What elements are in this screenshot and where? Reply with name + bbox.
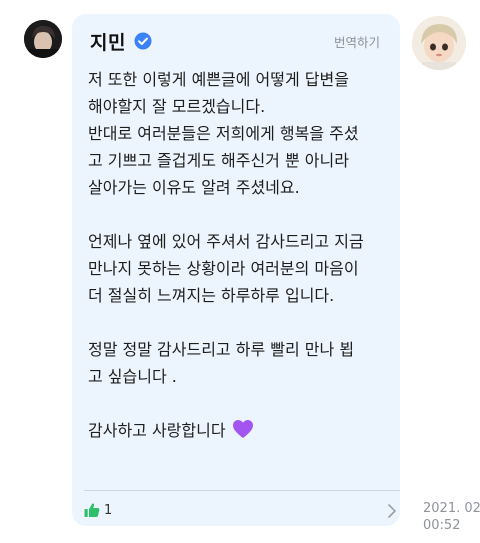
message-line: 저 또한 이렇게 예쁜글에 어떻게 답변을 bbox=[88, 70, 349, 89]
author-avatar[interactable] bbox=[24, 20, 62, 58]
like-count: 1 bbox=[104, 502, 113, 518]
verified-badge-icon bbox=[134, 32, 152, 50]
message-paragraph: 정말 정말 감사드리고 하루 빨리 만나 뵙 고 싶습니다 . bbox=[88, 336, 388, 390]
message-line: 고 싶습니다 . bbox=[88, 367, 177, 386]
timestamp: 2021. 02 00:52 bbox=[423, 500, 480, 534]
fan-avatar-cartoon bbox=[412, 16, 466, 70]
thumbs-up-icon bbox=[84, 502, 100, 518]
timestamp-date: 2021. 02 bbox=[423, 501, 480, 516]
message-line: 언제나 옆에 있어 주셔서 감사드리고 지금 bbox=[88, 232, 364, 251]
message-bubble: 지민 번역하기 저 또한 이렇게 예쁜글에 어떻게 답변을 해야할지 잘 모르겠… bbox=[72, 14, 400, 526]
message-text: 감사하고 사랑합니다 bbox=[88, 421, 226, 440]
divider bbox=[84, 490, 400, 491]
message-line: 고 기쁘고 즐겁게도 해주신거 뿐 아니라 bbox=[88, 151, 349, 170]
author-avatar-photo bbox=[24, 20, 62, 58]
message-paragraph: 저 또한 이렇게 예쁜글에 어떻게 답변을 해야할지 잘 모르겠습니다. 반대로… bbox=[88, 66, 388, 201]
message-paragraph: 언제나 옆에 있어 주셔서 감사드리고 지금 만나지 못하는 상황이라 여러분의… bbox=[88, 228, 388, 309]
translate-button[interactable]: 번역하기 bbox=[334, 32, 380, 51]
message-line: 만나지 못하는 상황이라 여러분의 마음이 bbox=[88, 259, 359, 278]
message-paragraph: 감사하고 사랑합니다 bbox=[88, 417, 388, 444]
author-name[interactable]: 지민 bbox=[90, 28, 126, 55]
timestamp-time: 00:52 bbox=[423, 518, 461, 533]
message-line: 살아가는 이유도 알려 주셨네요. bbox=[88, 178, 300, 197]
purple-heart-icon bbox=[232, 419, 254, 439]
message-line: 더 절실히 느껴지는 하루하루 입니다. bbox=[88, 286, 335, 305]
message-line-last: 감사하고 사랑합니다 bbox=[88, 417, 388, 444]
message-line: 반대로 여러분들은 저희에게 행복을 주셨 bbox=[88, 124, 359, 143]
chevron-right-icon[interactable] bbox=[388, 503, 396, 518]
author-row: 지민 bbox=[90, 28, 152, 54]
message-line: 정말 정말 감사드리고 하루 빨리 만나 뵙 bbox=[88, 340, 355, 359]
message-line: 해야할지 잘 모르겠습니다. bbox=[88, 97, 266, 116]
like-button[interactable]: 1 bbox=[84, 502, 112, 518]
fan-avatar[interactable] bbox=[412, 16, 466, 70]
message-body: 저 또한 이렇게 예쁜글에 어떻게 답변을 해야할지 잘 모르겠습니다. 반대로… bbox=[88, 66, 388, 471]
